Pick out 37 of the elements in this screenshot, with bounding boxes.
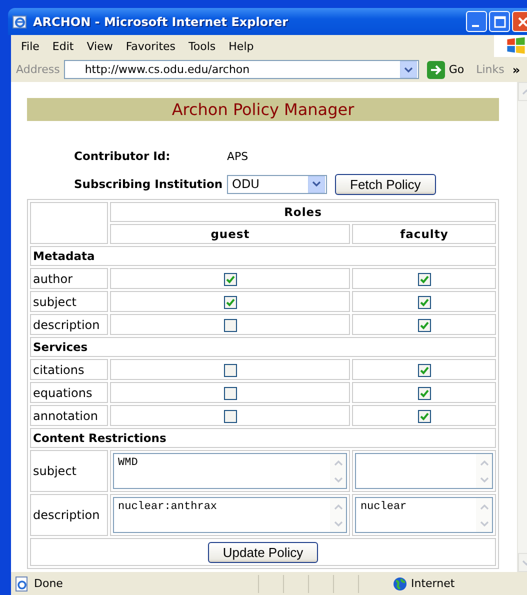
row-label: description [30,314,108,335]
status-text: Done [34,577,64,590]
menu-item[interactable]: Favorites [120,40,184,52]
row-label: citations [30,359,108,380]
text-area[interactable]: nuclear:anthrax [113,497,348,533]
row-label: description [30,494,108,536]
column-header: Roles [110,202,496,222]
row-label: subject [30,450,108,492]
menu-item[interactable]: Edit [47,40,82,52]
menu-item[interactable]: Tools [184,40,224,52]
address-label: Address [16,63,60,76]
column-header: faculty [352,224,496,244]
menu-item[interactable]: View [82,40,121,52]
menu-item[interactable]: Help [224,40,262,52]
row-label: author [30,268,108,289]
update-policy-button[interactable]: Update Policy [208,542,318,562]
zone-text: Internet [411,577,455,590]
text-area[interactable]: WMD [113,453,348,489]
window-title: ARCHON - Microsoft Internet Explorer [33,14,290,28]
address-field[interactable]: http://www.cs.odu.edu/archon [64,60,419,79]
contributor-label: Contributor Id: [74,149,172,163]
contributor-value: APS [227,150,248,162]
section-header: Content Restrictions [30,428,496,448]
column-header: guest [110,224,350,244]
institution-select[interactable]: ODU [227,174,327,194]
row-label: subject [30,291,108,312]
more-chevron[interactable]: » [512,62,520,76]
go-button[interactable]: Go [422,60,470,78]
institution-label: Subscribing Institution [74,177,224,191]
section-header: Metadata [30,246,496,266]
section-header: Services [30,337,496,357]
row-label: equations [30,382,108,403]
page-heading: Archon Policy Manager [27,98,499,121]
menu-item[interactable]: File [16,40,48,52]
text-area[interactable]: nuclear [355,497,493,533]
row-label: annotation [30,405,108,426]
fetch-policy-button[interactable]: Fetch Policy [335,174,436,194]
